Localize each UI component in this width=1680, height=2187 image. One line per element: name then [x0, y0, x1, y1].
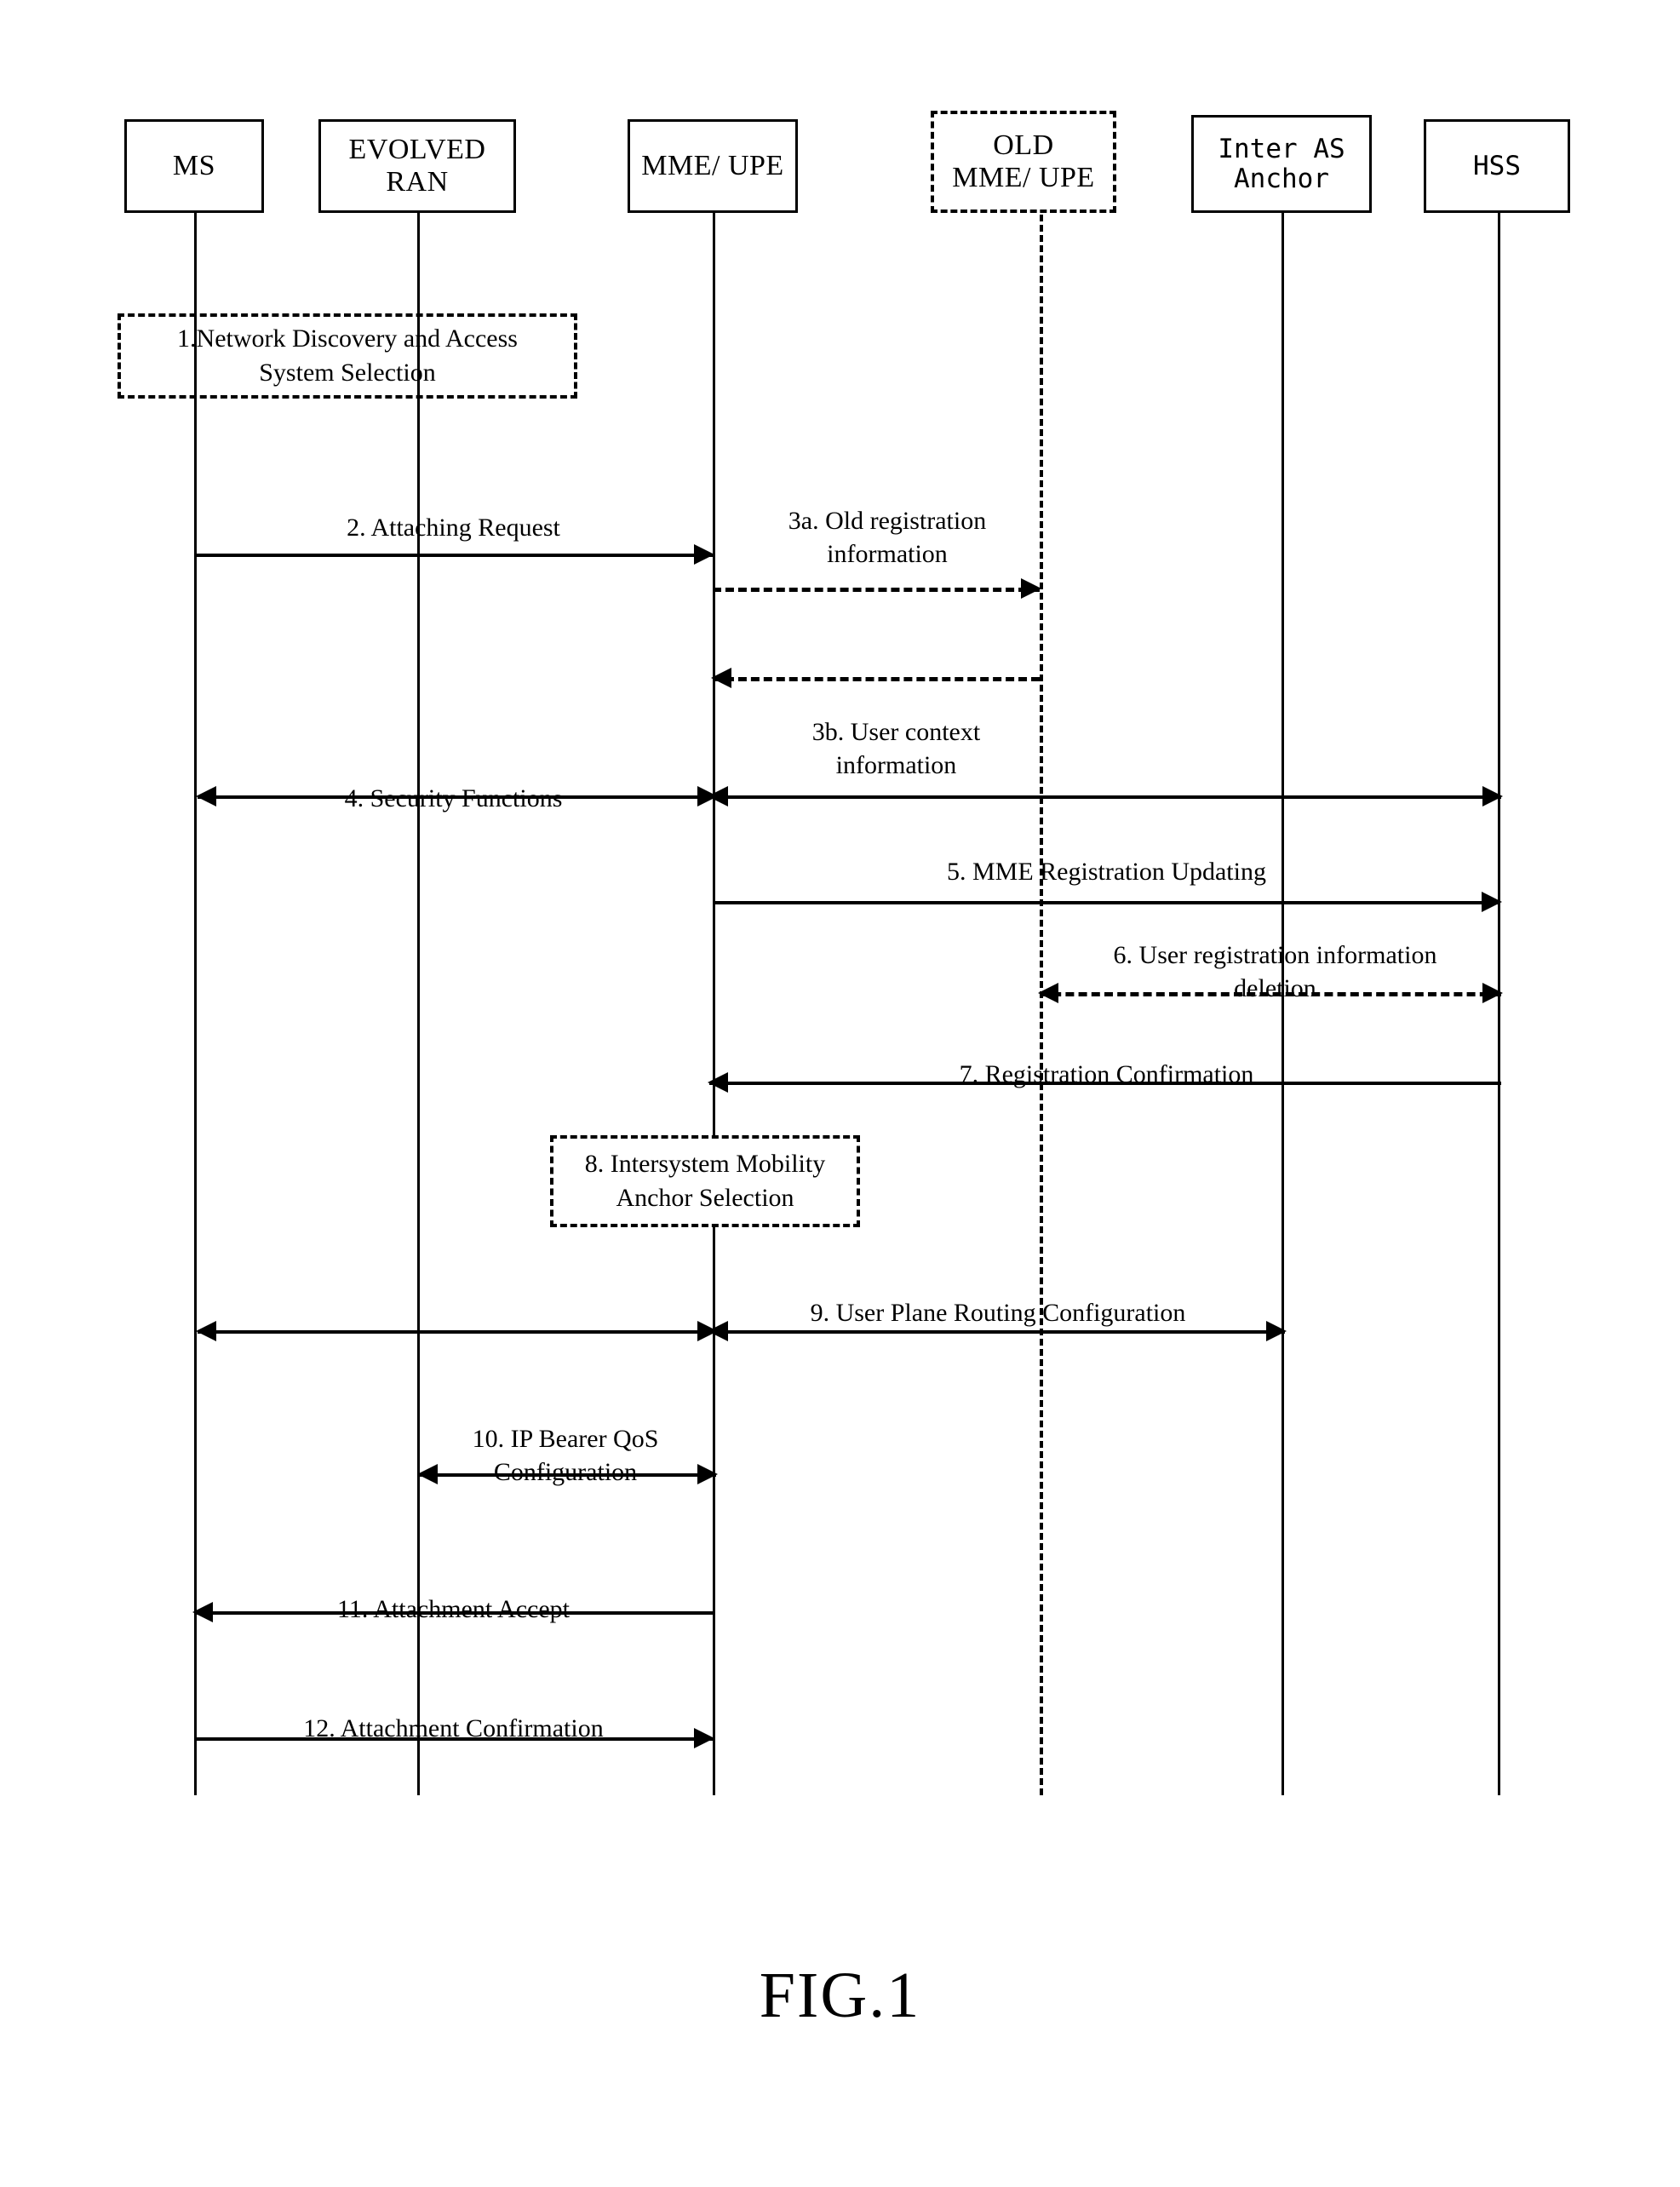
node-box-inter-as-anchor[interactable]: Inter AS Anchor — [1191, 115, 1372, 213]
node-label-old-mme-upe: OLD MME/ UPE — [952, 129, 1095, 193]
node-box-mme-upe[interactable]: MME/ UPE — [628, 119, 798, 213]
process-box-step-1-label: 1.Network Discovery and Access System Se… — [177, 324, 518, 387]
process-box-step-8-label: 8. Intersystem Mobility Anchor Selection — [584, 1149, 826, 1213]
message-4-right-line — [709, 795, 1501, 799]
process-box-step-8[interactable]: 8. Intersystem Mobility Anchor Selection — [550, 1135, 860, 1227]
message-10-text: 10. IP Bearer QoS Configuration — [472, 1424, 659, 1487]
message-label-4: 4. Security Functions — [194, 748, 713, 815]
message-label-2: 2. Attaching Request — [194, 477, 713, 544]
arrowhead-right-4-right — [1482, 786, 1503, 806]
message-9-text: 9. User Plane Routing Configuration — [810, 1298, 1186, 1327]
message-label-11: 11. Attachment Accept — [194, 1558, 713, 1626]
figure-canvas: MS EVOLVED RAN MME/ UPE OLD MME/ UPE Int… — [0, 0, 1680, 2187]
message-11-text: 11. Attachment Accept — [337, 1594, 570, 1623]
figure-caption: FIG.1 — [0, 1959, 1680, 2033]
message-label-10: 10. IP Bearer QoS Configuration — [417, 1388, 714, 1490]
arrowhead-left-3b — [711, 668, 731, 688]
message-label-7: 7. Registration Confirmation — [713, 1024, 1500, 1091]
message-9-line — [709, 1330, 1285, 1334]
node-label-ms: MS — [172, 149, 216, 181]
arrowhead-right-2 — [694, 544, 714, 565]
node-label-hss: HSS — [1473, 150, 1521, 181]
node-label-mme-upe: MME/ UPE — [641, 149, 784, 181]
node-label-evolved-ran: EVOLVED RAN — [348, 133, 486, 198]
figure-caption-text: FIG.1 — [759, 1960, 921, 2031]
message-label-3b: 3b. User context information — [749, 681, 1043, 783]
node-box-old-mme-upe[interactable]: OLD MME/ UPE — [931, 111, 1116, 213]
message-9-left-line — [198, 1330, 716, 1334]
message-6-text: 6. User registration information deletio… — [1113, 940, 1437, 1003]
message-label-5: 5. MME Registration Updating — [713, 821, 1500, 888]
message-4-text: 4. Security Functions — [344, 784, 563, 812]
node-box-evolved-ran[interactable]: EVOLVED RAN — [318, 119, 516, 213]
arrowhead-left-9-left — [196, 1321, 216, 1341]
message-label-6: 6. User registration information deletio… — [1043, 904, 1507, 1006]
message-label-3a: 3a. Old registration information — [734, 470, 1041, 571]
node-box-hss[interactable]: HSS — [1424, 119, 1570, 213]
message-2-line — [194, 554, 713, 557]
process-box-step-1[interactable]: 1.Network Discovery and Access System Se… — [118, 313, 577, 399]
message-3a-line — [713, 588, 1040, 592]
message-2-text: 2. Attaching Request — [347, 513, 560, 542]
message-5-text: 5. MME Registration Updating — [947, 857, 1266, 886]
node-box-ms[interactable]: MS — [124, 119, 264, 213]
message-label-9: 9. User Plane Routing Configuration — [713, 1262, 1283, 1329]
message-3b-text: 3b. User context information — [811, 717, 981, 780]
message-3a-text: 3a. Old registration information — [788, 506, 987, 569]
message-7-text: 7. Registration Confirmation — [959, 1059, 1254, 1088]
message-12-text: 12. Attachment Confirmation — [303, 1713, 604, 1742]
lifeline-mme-upe — [713, 143, 715, 1795]
message-label-12: 12. Attachment Confirmation — [194, 1678, 713, 1745]
arrowhead-right-3a — [1021, 578, 1041, 599]
node-label-inter-as-anchor: Inter AS Anchor — [1218, 133, 1345, 194]
